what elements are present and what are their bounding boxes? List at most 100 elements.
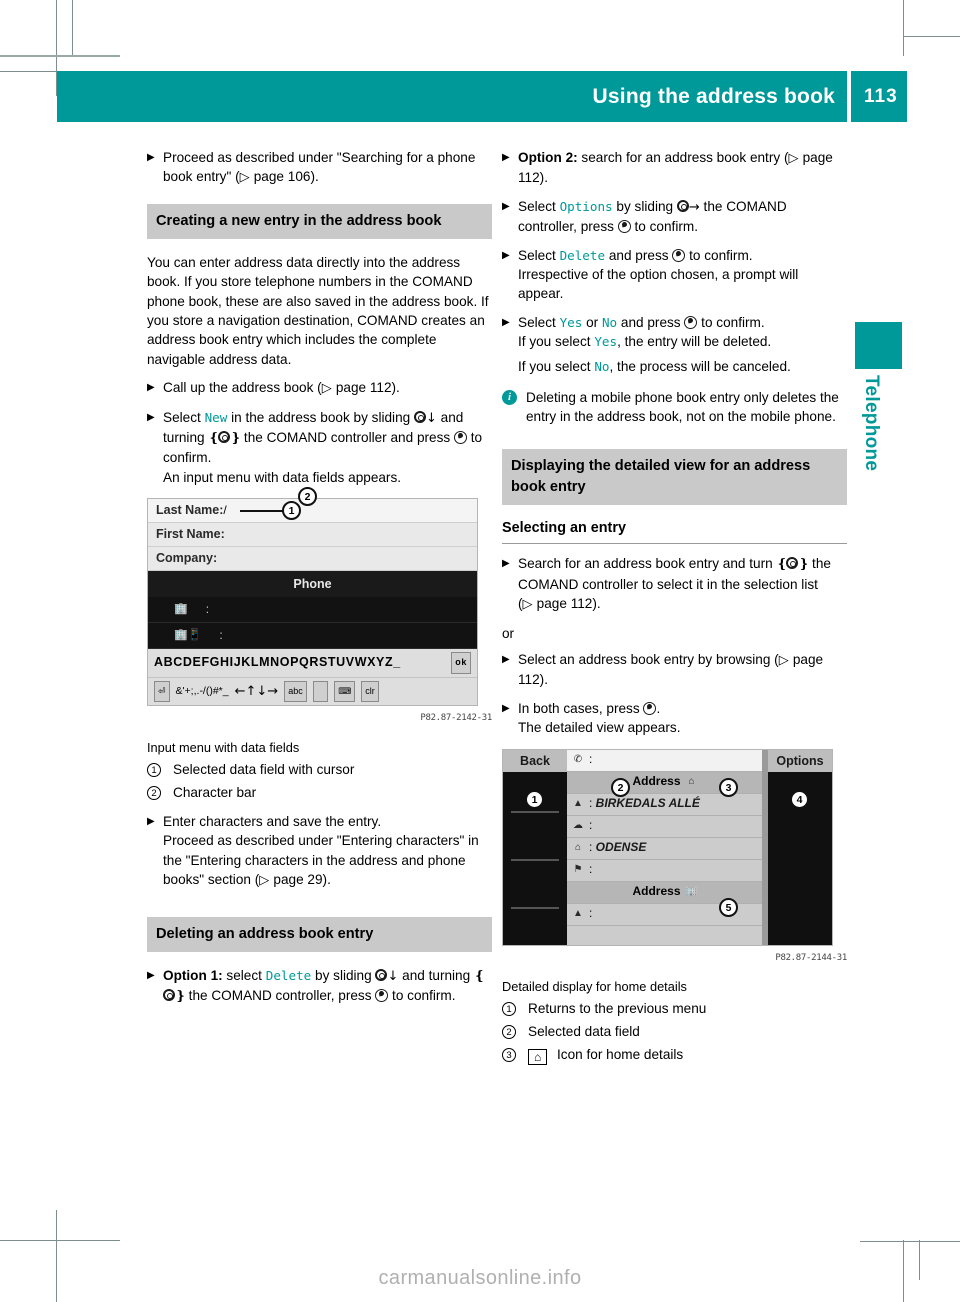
controller-press-icon bbox=[453, 431, 467, 445]
field-company-label: Company: bbox=[156, 551, 218, 566]
work-mobile-icon: 🏢📱 bbox=[174, 629, 202, 642]
options-button[interactable]: Options bbox=[768, 749, 832, 772]
controller-slide-icon bbox=[375, 968, 388, 981]
step-bullet-icon: ▶ bbox=[502, 558, 510, 570]
step-select-delete: ▶ Select Delete and press to confirm. Ir… bbox=[502, 246, 847, 304]
right-column: ▶ Option 2: search for an address book e… bbox=[502, 148, 847, 1068]
cropmark-top-left-v2 bbox=[72, 0, 73, 56]
phone-row-work-mobile: 🏢📱: bbox=[148, 623, 477, 650]
step-call-up-address-book: ▶ Call up the address book (▷ page 112). bbox=[147, 378, 492, 398]
legend-text: Selected data field with cursor bbox=[173, 761, 355, 777]
detail-row-address-home[interactable]: Address ⌂ bbox=[567, 771, 768, 794]
detail-row-address-work[interactable]: Address 🏢 bbox=[567, 881, 768, 904]
step-bullet-icon: ▶ bbox=[502, 152, 510, 163]
step-options-pre: Select bbox=[518, 198, 560, 214]
step-option1-post: to confirm. bbox=[388, 987, 456, 1003]
detail-row-phone: ✆: bbox=[567, 749, 768, 772]
step-bullet-icon: ▶ bbox=[502, 702, 510, 714]
legend-number: 1 bbox=[502, 1002, 516, 1017]
figure1-image-id: P82.87-2142-31 bbox=[420, 713, 492, 724]
sidebar-button-1[interactable] bbox=[511, 808, 559, 818]
step-yesno-line3-pre: If you select bbox=[518, 358, 595, 374]
callout-1: 1 bbox=[282, 501, 301, 521]
legend-number: 1 bbox=[147, 762, 161, 777]
controller-turn-icon: ❵ bbox=[175, 988, 186, 1004]
step-yesno-line2-pre: If you select bbox=[518, 334, 595, 350]
keyword-no: No bbox=[594, 358, 610, 374]
step-option-2: ▶ Option 2: search for an address book e… bbox=[502, 148, 847, 188]
field-first-name-label: First Name: bbox=[156, 527, 225, 542]
step-bullet-icon: ▶ bbox=[147, 152, 155, 163]
detail-row-street: ▲: BIRKEDALS ALLÉ bbox=[567, 794, 768, 816]
symbol-list: &'+;,.-/()#*_ bbox=[175, 684, 229, 697]
step-new-pre: Select bbox=[163, 409, 205, 425]
step-enter-ref: page 29 bbox=[273, 872, 323, 888]
slide-down-arrow-icon: ↓ bbox=[387, 968, 399, 984]
step-bullet-icon: ▶ bbox=[502, 653, 510, 665]
cropmark-top-right-v1 bbox=[903, 0, 904, 56]
figure1-legend-item-1: 1 Selected data field with cursor bbox=[147, 760, 492, 780]
back-key-icon: ⏎ bbox=[154, 680, 170, 703]
keyword-yes: Yes bbox=[594, 334, 618, 350]
step-new-mid3: the COMAND controller and press bbox=[240, 430, 454, 446]
figure-detailed-view: Back 1 ✆: Address ⌂ ▲: BIRKEDALS ALLÉ ☁:… bbox=[502, 748, 847, 968]
step-option-1: ▶ Option 1: select Delete by sliding ↓ a… bbox=[147, 966, 492, 1007]
cropmark-bottom-left-h1 bbox=[0, 1240, 120, 1241]
flag-key-icon: ⌨ bbox=[334, 680, 356, 703]
figure2-image-id: P82.87-2144-31 bbox=[775, 952, 847, 963]
page-ref-icon: ▷ bbox=[239, 170, 254, 186]
page-ref-icon: ▷ bbox=[788, 151, 803, 166]
ok-key: ok bbox=[451, 652, 471, 674]
step-search-post: ). bbox=[592, 596, 601, 612]
cropmark-top-left-h1 bbox=[0, 55, 120, 57]
figure2-legend-item-3: 3 ⌂ Icon for home details bbox=[502, 1045, 847, 1066]
site-watermark: carmanualsonline.info bbox=[378, 1267, 582, 1289]
step-option1-mid3: the COMAND controller, press bbox=[184, 987, 376, 1003]
legend-text: Character bar bbox=[173, 784, 257, 800]
step-option2-post: ). bbox=[539, 170, 548, 186]
arrow-keys-icon: ←↑↓→ bbox=[234, 683, 279, 699]
step-select-yes-no: ▶ Select Yes or No and press to confirm.… bbox=[502, 313, 847, 376]
step-callup-ref: page 112 bbox=[335, 380, 392, 396]
back-button[interactable]: Back bbox=[503, 749, 567, 772]
step-delete-mid: and press bbox=[605, 247, 673, 263]
chapter-tab-marker bbox=[855, 322, 902, 369]
keyword-yes: Yes bbox=[559, 314, 583, 330]
detail-street-value: BIRKEDALS ALLÉ bbox=[595, 796, 700, 811]
section-heading-detailed-view: Displaying the detailed view for an addr… bbox=[502, 448, 847, 505]
flag-icon: ⚑ bbox=[573, 864, 583, 876]
figure2-legend-item-2: 2 Selected data field bbox=[502, 1022, 847, 1042]
step-yesno-pre: Select bbox=[518, 314, 560, 330]
step-proceed-line2-post: ). bbox=[310, 169, 319, 185]
sidebar-button-2[interactable] bbox=[511, 856, 559, 866]
detail-row-country: ⚑: bbox=[567, 860, 768, 882]
callout-2: 2 bbox=[611, 777, 630, 797]
step-yesno-line3-post: , the process will be canceled. bbox=[609, 358, 791, 374]
field-first-name: First Name: bbox=[148, 523, 477, 548]
or-divider-text: or bbox=[502, 625, 515, 641]
figure2-right-sidebar: Options 4 bbox=[768, 749, 832, 945]
callout-3: 3 bbox=[719, 777, 738, 797]
clr-key: clr bbox=[361, 680, 379, 703]
page-number: 113 bbox=[864, 85, 898, 107]
legend-number: 2 bbox=[147, 785, 161, 800]
step-delete-post: to confirm. bbox=[685, 247, 753, 263]
info-icon: i bbox=[502, 390, 517, 406]
section-heading-delete: Deleting an address book entry bbox=[147, 916, 492, 952]
step-proceed-line1: Proceed as described under "Searching fo… bbox=[163, 150, 423, 165]
street-icon: ▲ bbox=[573, 798, 583, 810]
step-bullet-icon: ▶ bbox=[502, 249, 510, 261]
step-enter-line1: Enter characters and save the entry. bbox=[163, 813, 382, 829]
legend-text: Icon for home details bbox=[557, 1047, 684, 1063]
controller-press-icon bbox=[672, 248, 686, 262]
chapter-tab-label: Telephone bbox=[861, 375, 882, 472]
callout-4: 4 bbox=[790, 789, 809, 809]
step-yesno-post: to confirm. bbox=[697, 314, 765, 330]
sidebar-button-3[interactable] bbox=[511, 904, 559, 914]
keyword-no: No bbox=[601, 314, 618, 330]
callout-1: 1 bbox=[525, 789, 544, 809]
detail-address-label-top: Address bbox=[632, 774, 681, 789]
step-options-post: to confirm. bbox=[630, 219, 698, 235]
field-company: Company: bbox=[148, 547, 477, 572]
legend-number: 3 bbox=[502, 1048, 516, 1063]
